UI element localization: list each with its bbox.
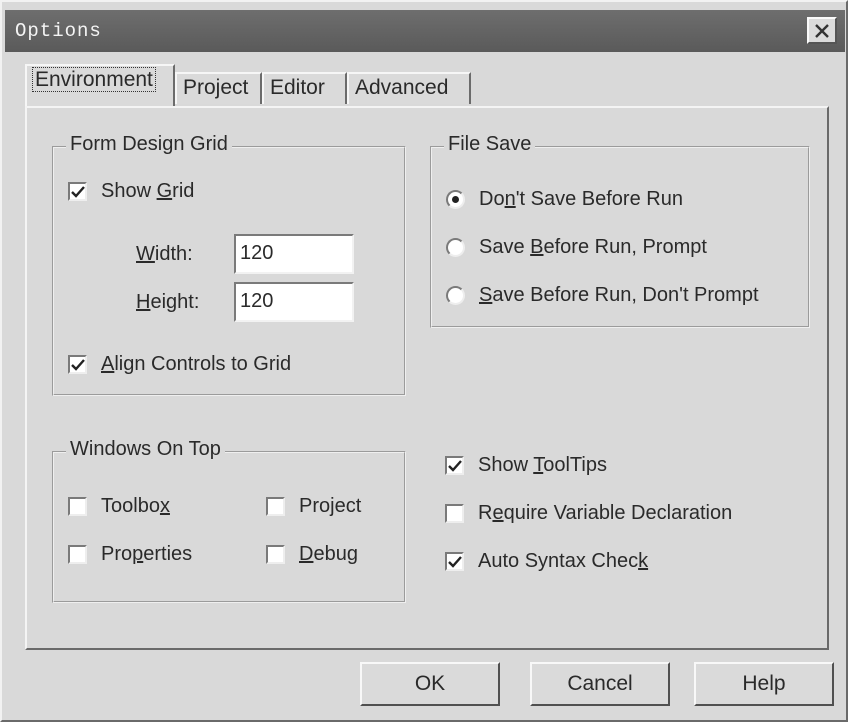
properties-label: Properties (101, 543, 193, 565)
width-input[interactable]: 120 (234, 234, 354, 274)
ok-button[interactable]: OK (360, 662, 500, 706)
toolbox-label: Toolbox (101, 495, 170, 517)
radio-save-prompt[interactable]: Save Before Run, Prompt (446, 236, 707, 259)
require-var-box[interactable] (445, 504, 464, 523)
auto-syntax-box[interactable] (445, 552, 464, 571)
require-var-label: Require Variable Declaration (478, 502, 733, 524)
title-bar[interactable]: Options (5, 10, 845, 52)
radio-save-prompt-label: Save Before Run, Prompt (479, 236, 707, 258)
auto-syntax-checkbox[interactable]: Auto Syntax Check (445, 550, 648, 573)
radio-save-prompt-circle[interactable] (446, 238, 465, 257)
form-design-grid-title: Form Design Grid (66, 133, 232, 156)
debug-checkbox[interactable]: Debug (266, 543, 358, 566)
properties-checkbox[interactable]: Properties (68, 543, 192, 566)
radio-save-no-prompt-label: Save Before Run, Don't Prompt (479, 284, 759, 306)
close-icon (815, 23, 829, 38)
show-grid-box[interactable] (68, 182, 87, 201)
tab-advanced[interactable]: Advanced (347, 72, 471, 104)
radio-dont-save-label: Don't Save Before Run (479, 188, 683, 210)
auto-syntax-label: Auto Syntax Check (478, 550, 649, 572)
show-tooltips-checkbox[interactable]: Show ToolTips (445, 454, 607, 477)
debug-box[interactable] (266, 545, 285, 564)
radio-dont-save-circle[interactable] (446, 190, 465, 209)
properties-box[interactable] (68, 545, 87, 564)
radio-dot-icon (452, 196, 459, 203)
checkmark-icon (447, 459, 462, 472)
tab-project-label: Project (183, 76, 249, 99)
project-box[interactable] (266, 497, 285, 516)
tab-editor[interactable]: Editor (262, 72, 347, 104)
show-tooltips-label: Show ToolTips (478, 454, 607, 476)
toolbox-checkbox[interactable]: Toolbox (68, 495, 170, 518)
show-grid-label: Show Grid (101, 180, 195, 202)
environment-tab-panel: Form Design Grid Show Grid Width: 120 He… (25, 106, 829, 650)
options-dialog: Options Environment Project Editor Advan… (0, 0, 848, 722)
windows-on-top-group: Windows On Top Toolbox Project Propertie… (52, 438, 406, 603)
checkmark-icon (447, 555, 462, 568)
file-save-title: File Save (444, 133, 536, 156)
form-design-grid-group: Form Design Grid Show Grid Width: 120 He… (52, 133, 406, 396)
align-controls-box[interactable] (68, 355, 87, 374)
windows-on-top-title: Windows On Top (66, 438, 225, 461)
show-tooltips-box[interactable] (445, 456, 464, 475)
toolbox-box[interactable] (68, 497, 87, 516)
project-label: Project (299, 495, 362, 517)
file-save-group: File Save Don't Save Before Run Save Bef… (430, 133, 810, 328)
align-controls-label: Align Controls to Grid (101, 353, 292, 375)
align-controls-checkbox[interactable]: Align Controls to Grid (68, 353, 291, 376)
height-input[interactable]: 120 (234, 282, 354, 322)
radio-dont-save[interactable]: Don't Save Before Run (446, 188, 683, 211)
tab-environment[interactable]: Environment (25, 64, 175, 106)
checkmark-icon (70, 358, 85, 371)
window-title: Options (15, 20, 102, 42)
checkmark-icon (70, 185, 85, 198)
close-button[interactable] (807, 17, 837, 44)
tab-environment-label: Environment (32, 67, 156, 92)
tab-strip: Environment Project Editor Advanced (25, 62, 485, 108)
require-var-checkbox[interactable]: Require Variable Declaration (445, 502, 732, 525)
width-label: Width: (136, 243, 193, 265)
tab-project[interactable]: Project (175, 72, 262, 104)
project-checkbox[interactable]: Project (266, 495, 361, 518)
radio-save-no-prompt[interactable]: Save Before Run, Don't Prompt (446, 284, 759, 307)
help-button[interactable]: Help (694, 662, 834, 706)
tab-advanced-label: Advanced (355, 76, 449, 99)
debug-label: Debug (299, 543, 358, 565)
radio-save-no-prompt-circle[interactable] (446, 286, 465, 305)
height-label: Height: (136, 291, 200, 313)
show-grid-checkbox[interactable]: Show Grid (68, 180, 194, 203)
tab-editor-label: Editor (270, 76, 325, 99)
cancel-button[interactable]: Cancel (530, 662, 670, 706)
